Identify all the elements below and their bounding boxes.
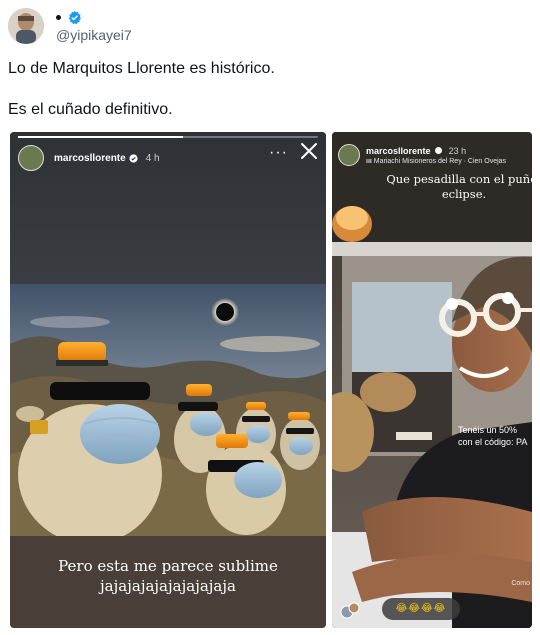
story-avatar[interactable] [18, 145, 44, 171]
viewer-avatars[interactable] [340, 600, 360, 620]
author-display-name [56, 15, 61, 20]
story-music[interactable]: ııı Mariachi Misioneros del Rey · Cien O… [366, 158, 506, 165]
verified-badge-icon [129, 153, 138, 163]
overlay-line2: eclipse. [441, 187, 487, 201]
music-bars-icon: ııı [366, 157, 374, 165]
story-caption: Pero esta me parece sublime jajajajajaja… [10, 556, 326, 596]
overlay-line1: Que pesadilla con el puñet [386, 172, 532, 186]
author-handle[interactable]: @yipikayei7 [56, 27, 132, 43]
story-time: 4 h [145, 152, 160, 164]
story-caption-line1: Pero esta me parece sublime [58, 557, 278, 575]
story-username-row[interactable]: marcosllorente 23 h [366, 146, 506, 156]
promo-line2: con el código: PA [458, 437, 528, 447]
story-screenshot-2[interactable]: marcosllorente 23 h ııı Mariachi Misione… [332, 132, 532, 628]
promo-text: Tenéis un 50% con el código: PA [458, 424, 532, 448]
story-progress-track [18, 136, 318, 138]
story-progress-bar [18, 136, 183, 138]
story-caption-line2: jajajajajajajajajaja [100, 577, 236, 595]
tweet-header: @yipikayei7 [8, 6, 132, 46]
story-overlay-text: Que pesadilla con el puñet eclipse. [384, 172, 532, 202]
tweet-media[interactable]: marcosllorente 4 h ··· Pero esta me pare… [8, 129, 535, 633]
story-footer-text: Como [511, 580, 530, 587]
sheep-eclipse-image [10, 284, 326, 536]
story-avatar[interactable] [338, 144, 360, 166]
story-time: 23 h [448, 145, 467, 156]
story-music-title: Mariachi Misioneros del Rey · Cien Oveja… [373, 157, 507, 165]
close-icon[interactable] [298, 140, 320, 162]
promo-line1: Tenéis un 50% [458, 425, 518, 435]
reaction-emoji-bar[interactable]: 😂😂😂😂 [382, 598, 460, 620]
story-username[interactable]: marcosllorente [366, 146, 431, 156]
story-screenshot-1[interactable]: marcosllorente 4 h ··· Pero esta me pare… [10, 132, 326, 628]
author-name-row[interactable] [56, 10, 132, 26]
terrace-photo [332, 132, 532, 628]
tweet-text-line2: Es el cuñado definitivo. [8, 101, 173, 118]
tweet-text-line1: Lo de Marquitos Llorente es histórico. [8, 60, 275, 77]
story-header: marcosllorente 23 h ııı Mariachi Misione… [338, 142, 532, 168]
more-options-icon[interactable]: ··· [269, 144, 288, 162]
author-avatar[interactable] [8, 8, 44, 44]
story-username[interactable]: marcosllorente [54, 153, 126, 164]
verified-badge-icon [435, 146, 443, 154]
verified-badge-icon [68, 11, 81, 25]
